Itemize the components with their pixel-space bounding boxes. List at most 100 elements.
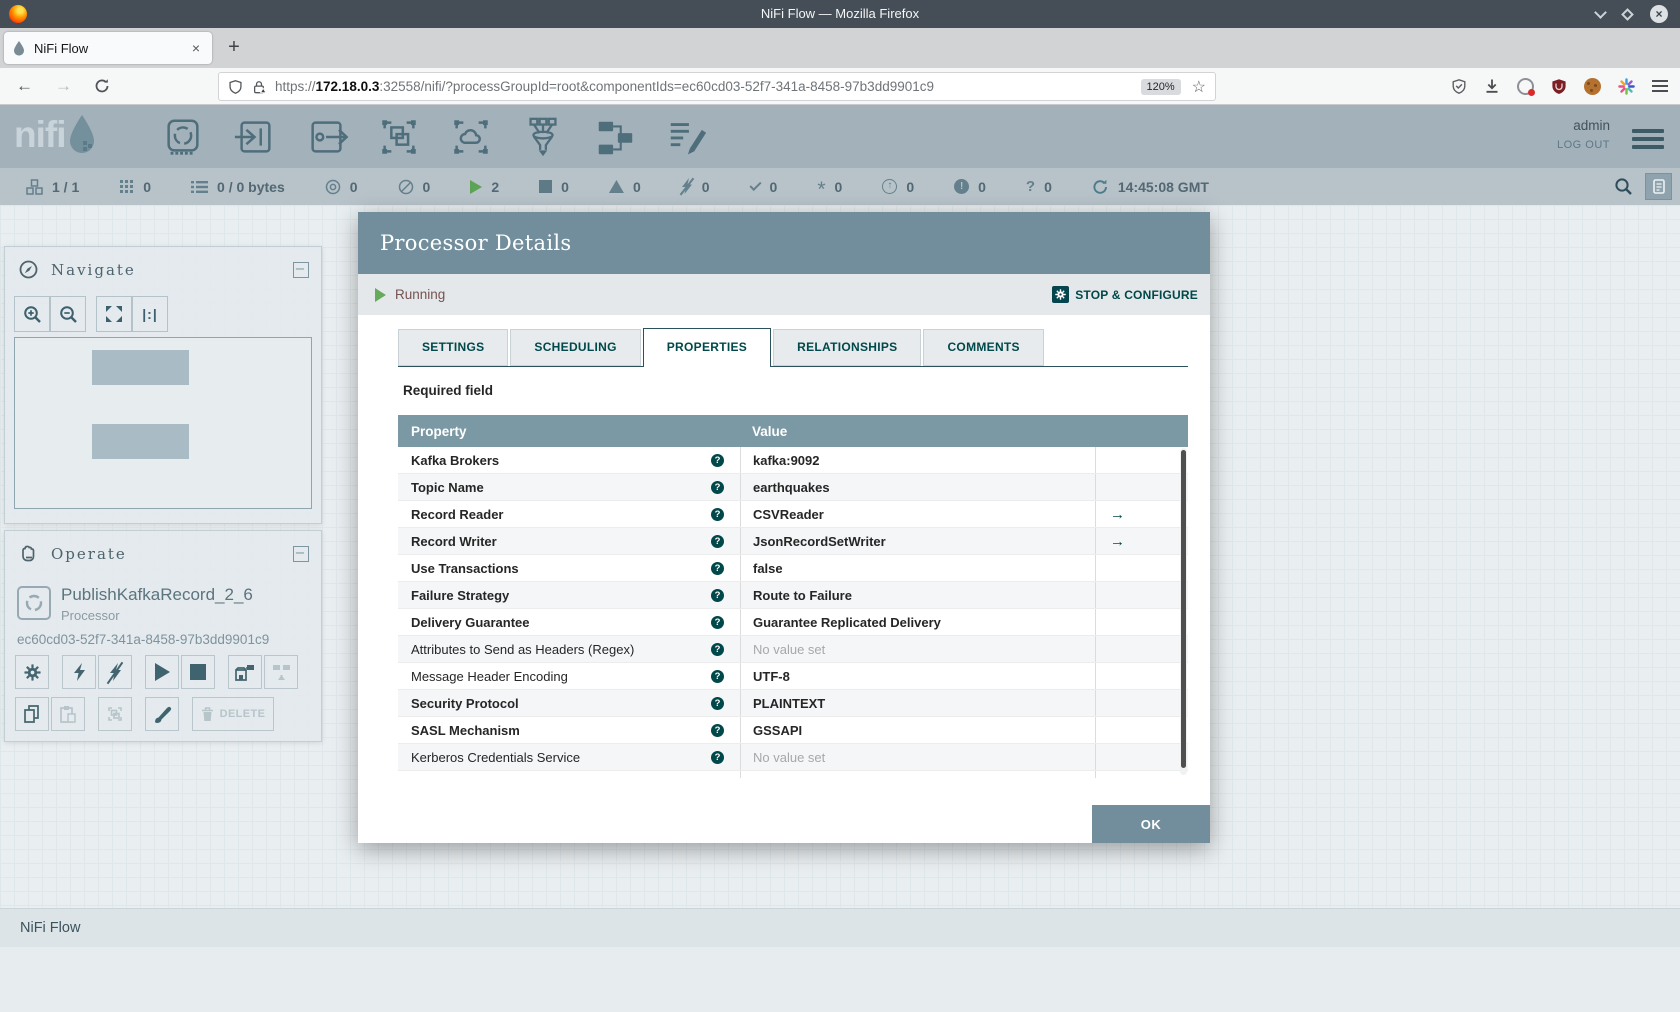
url-path: :32558/nifi/?processGroupId=root&compone… [379, 79, 934, 94]
help-icon[interactable]: ? [711, 561, 724, 575]
invalid-count: 0 [632, 178, 641, 195]
table-scrollbar-thumb[interactable] [1181, 450, 1186, 768]
window-close-icon[interactable]: × [1650, 5, 1668, 23]
nifi-logo-text: nifi [14, 114, 66, 155]
browser-tab[interactable]: NiFi Flow × [4, 32, 212, 64]
not-transmitting-count: 0 [422, 178, 431, 195]
tab-relationships[interactable]: RELATIONSHIPS [773, 329, 922, 366]
window-menu-chevron-icon[interactable] [1594, 5, 1607, 19]
sync-failure-icon: ? [1025, 178, 1036, 195]
create-template-button[interactable] [228, 655, 262, 689]
input-port-tool-icon[interactable] [232, 114, 278, 160]
colorful-extension-icon[interactable] [1618, 77, 1635, 95]
bookmark-star-icon[interactable]: ☆ [1192, 77, 1206, 97]
paste-button[interactable] [51, 697, 85, 731]
refresh-icon[interactable] [1092, 179, 1109, 195]
property-name: Use Transactions [411, 560, 519, 576]
help-icon[interactable]: ? [711, 642, 724, 656]
queued-count: 0 / 0 bytes [217, 178, 285, 195]
reload-icon[interactable] [94, 78, 110, 94]
operate-collapse-icon[interactable]: − [293, 545, 309, 562]
enable-button[interactable] [62, 655, 96, 689]
processor-details-dialog: Processor Details Running STOP & CONFIGU… [358, 212, 1210, 843]
help-icon[interactable]: ? [711, 723, 724, 737]
help-icon[interactable]: ? [711, 615, 724, 629]
page-zoom-indicator[interactable]: 120% [1140, 78, 1181, 95]
up-to-date-icon [749, 178, 762, 192]
tracking-shield-icon[interactable] [228, 79, 243, 95]
download-icon[interactable] [1484, 78, 1500, 94]
navigate-collapse-icon[interactable]: − [293, 261, 309, 278]
breadcrumb-root-link[interactable]: NiFi Flow [20, 920, 80, 936]
extension-disabled-icon[interactable] [1517, 77, 1535, 96]
help-icon[interactable]: ? [711, 669, 724, 683]
help-icon[interactable]: ? [711, 696, 724, 710]
current-user: admin [1573, 118, 1610, 133]
template-tool-icon[interactable] [592, 114, 638, 160]
browser-tab-bar: NiFi Flow × + [0, 28, 1680, 68]
processor-tool-icon[interactable] [160, 114, 206, 160]
firefox-menu-icon[interactable] [1652, 77, 1668, 95]
disable-button[interactable] [98, 655, 132, 689]
transmitting-count: 0 [349, 178, 358, 195]
copy-button[interactable] [15, 697, 49, 731]
stop-and-configure-button[interactable]: STOP & CONFIGURE [1052, 286, 1198, 303]
zoom-in-button[interactable] [14, 296, 50, 332]
help-icon[interactable]: ? [711, 777, 724, 778]
upload-template-button[interactable] [264, 655, 298, 689]
cookie-extension-icon[interactable] [1584, 77, 1601, 95]
window-title: NiFi Flow — Mozilla Firefox [760, 6, 920, 21]
go-to-service-icon[interactable]: → [1095, 501, 1188, 527]
tab-scheduling[interactable]: SCHEDULING [510, 329, 641, 366]
property-value: PLAINTEXT [740, 690, 1095, 716]
fill-color-button[interactable] [145, 697, 179, 731]
locally-modified-icon: * [817, 177, 826, 201]
process-group-tool-icon[interactable] [376, 114, 422, 160]
window-restore-icon[interactable] [1621, 7, 1634, 21]
url-bar[interactable]: https://172.18.0.3:32558/nifi/?processGr… [218, 72, 1216, 101]
tab-settings[interactable]: SETTINGS [398, 329, 509, 366]
help-icon[interactable]: ? [711, 588, 724, 602]
remote-process-group-tool-icon[interactable] [448, 114, 494, 160]
table-row: Record Writer? JsonRecordSetWriter → [398, 528, 1188, 555]
zoom-out-button[interactable] [50, 296, 86, 332]
ok-button[interactable]: OK [1092, 805, 1210, 843]
global-menu-icon[interactable] [1632, 125, 1664, 153]
property-name: Record Writer [411, 533, 497, 549]
pocket-shield-icon[interactable] [1451, 78, 1467, 95]
search-icon[interactable] [1614, 177, 1633, 196]
logout-link[interactable]: LOG OUT [1557, 139, 1610, 151]
go-to-service-icon[interactable]: → [1095, 528, 1188, 554]
tab-comments[interactable]: COMMENTS [923, 329, 1044, 366]
tab-close-icon[interactable]: × [188, 40, 204, 56]
zoom-fit-button[interactable] [96, 296, 132, 332]
funnel-tool-icon[interactable] [520, 114, 566, 160]
help-icon[interactable]: ? [711, 480, 724, 494]
forward-button-icon[interactable]: → [55, 76, 72, 96]
sync-failure-count: 0 [1044, 178, 1052, 195]
group-button[interactable] [98, 697, 132, 731]
help-icon[interactable]: ? [711, 507, 724, 521]
tab-properties[interactable]: PROPERTIES [642, 328, 772, 367]
start-button[interactable] [145, 655, 179, 689]
birdseye-minimap[interactable] [14, 337, 312, 509]
help-icon[interactable]: ? [711, 534, 724, 548]
property-value: GSSAPI [740, 717, 1095, 743]
back-button-icon[interactable]: ← [16, 76, 33, 96]
configure-button[interactable] [15, 655, 49, 689]
new-tab-button[interactable]: + [220, 34, 248, 62]
property-name: Topic Name [411, 479, 484, 495]
label-tool-icon[interactable] [664, 114, 710, 160]
properties-table: Property Value Kafka Brokers? kafka:9092… [398, 415, 1188, 778]
output-port-tool-icon[interactable] [304, 114, 350, 160]
bulletin-board-button[interactable] [1645, 173, 1672, 200]
lock-warning-icon[interactable] [252, 79, 266, 95]
stop-button[interactable] [181, 655, 215, 689]
delete-button[interactable]: DELETE [192, 697, 274, 731]
ublock-extension-icon[interactable] [1551, 78, 1567, 95]
url-text[interactable]: https://172.18.0.3:32558/nifi/?processGr… [275, 79, 1141, 94]
zoom-actual-size-button[interactable]: |:| [132, 296, 168, 332]
help-icon[interactable]: ? [711, 453, 724, 467]
table-row: Security Protocol? PLAINTEXT [398, 690, 1188, 717]
help-icon[interactable]: ? [711, 750, 724, 764]
